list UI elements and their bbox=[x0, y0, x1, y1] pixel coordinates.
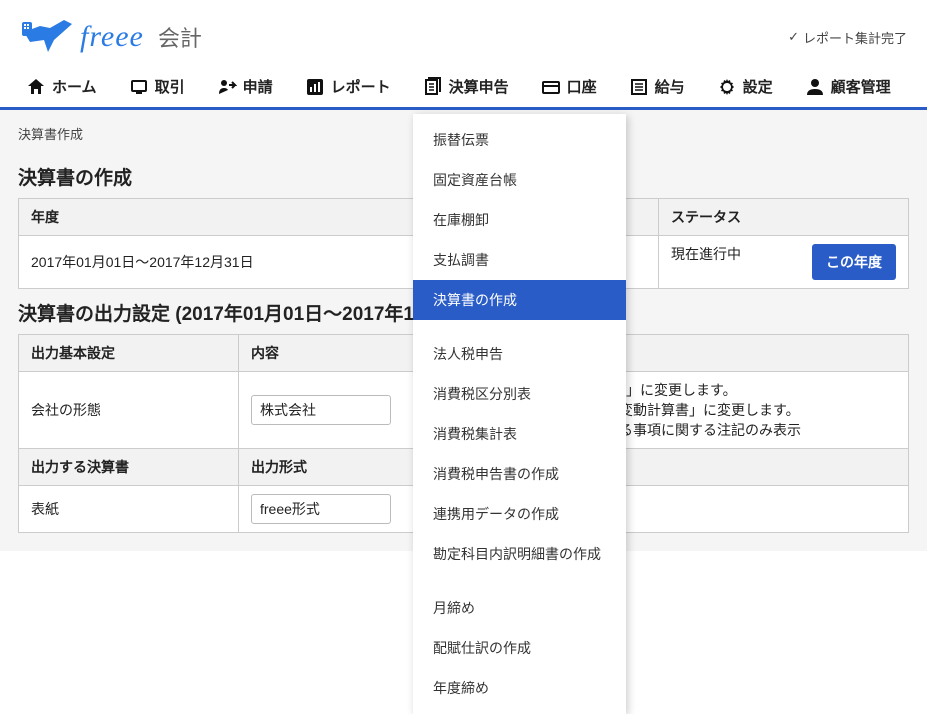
th-content: 内容 bbox=[239, 335, 439, 372]
nav-payroll[interactable]: 給与 bbox=[623, 66, 691, 107]
dropdown-item[interactable]: 法人税申告 bbox=[413, 334, 626, 374]
th-format: 出力形式 bbox=[239, 449, 439, 486]
home-icon bbox=[26, 77, 46, 97]
list-icon bbox=[629, 77, 649, 97]
logo-sub: 会計 bbox=[158, 21, 202, 53]
person-arrow-icon bbox=[217, 77, 237, 97]
document-stack-icon bbox=[423, 77, 443, 97]
nav-customers[interactable]: 顧客管理 bbox=[799, 66, 897, 107]
bird-icon bbox=[20, 18, 72, 56]
dropdown-item[interactable]: 配賦仕訳の作成 bbox=[413, 628, 626, 668]
nav-transactions[interactable]: 取引 bbox=[123, 66, 191, 107]
dropdown-item[interactable]: 勘定科目内訳明細書の作成 bbox=[413, 534, 626, 574]
row1-value-cell: 株式会社 bbox=[239, 372, 439, 449]
dropdown-item[interactable]: 在庫棚卸 bbox=[413, 200, 626, 240]
dropdown-item[interactable]: 消費税集計表 bbox=[413, 414, 626, 454]
nav-report[interactable]: レポート bbox=[299, 66, 397, 107]
dropdown-item[interactable]: 振替伝票 bbox=[413, 120, 626, 160]
nav-label: 決算申告 bbox=[449, 76, 509, 97]
dropdown-item[interactable]: 固定資産台帳 bbox=[413, 160, 626, 200]
nav-label: ホーム bbox=[52, 76, 97, 97]
report-status: ✓ レポート集計完了 bbox=[788, 28, 907, 47]
logo[interactable]: freee 会計 bbox=[20, 18, 202, 56]
logo-text: freee bbox=[80, 20, 144, 54]
chart-icon bbox=[305, 77, 325, 97]
dropdown-item[interactable]: 連携用データの作成 bbox=[413, 494, 626, 534]
dropdown-item[interactable]: 月締め bbox=[413, 588, 626, 628]
nav-label: 申請 bbox=[243, 76, 273, 97]
card-icon bbox=[541, 77, 561, 97]
closing-dropdown: 振替伝票固定資産台帳在庫棚卸支払調書決算書の作成 法人税申告消費税区分別表消費税… bbox=[413, 114, 626, 714]
report-status-label: レポート集計完了 bbox=[803, 28, 907, 47]
device-icon bbox=[129, 77, 149, 97]
check-icon: ✓ bbox=[788, 29, 799, 45]
nav-label: 取引 bbox=[155, 76, 185, 97]
dropdown-item[interactable]: 消費税区分別表 bbox=[413, 374, 626, 414]
dropdown-item[interactable]: 年度締め bbox=[413, 668, 626, 708]
nav-label: レポート bbox=[331, 76, 391, 97]
format-select[interactable]: freee形式 bbox=[251, 494, 391, 524]
th-output: 出力する決算書 bbox=[19, 449, 239, 486]
dropdown-item[interactable]: 決算書の作成 bbox=[413, 280, 626, 320]
nav-request[interactable]: 申請 bbox=[211, 66, 279, 107]
nav-label: 給与 bbox=[655, 76, 685, 97]
nav-account[interactable]: 口座 bbox=[535, 66, 603, 107]
person-icon bbox=[805, 77, 825, 97]
row2-value-cell: freee形式 bbox=[239, 486, 439, 533]
dropdown-item[interactable]: 支払調書 bbox=[413, 240, 626, 280]
company-type-select[interactable]: 株式会社 bbox=[251, 395, 391, 425]
row2-label: 表紙 bbox=[19, 486, 239, 533]
th-basic: 出力基本設定 bbox=[19, 335, 239, 372]
gear-icon bbox=[717, 77, 737, 97]
row1-label: 会社の形態 bbox=[19, 372, 239, 449]
dropdown-item[interactable]: 消費税申告書の作成 bbox=[413, 454, 626, 494]
nav-label: 顧客管理 bbox=[831, 76, 891, 97]
th-status: ステータス bbox=[659, 199, 909, 236]
nav-label: 口座 bbox=[567, 76, 597, 97]
nav-label: 設定 bbox=[743, 76, 773, 97]
status-value: 現在進行中 bbox=[671, 246, 741, 262]
this-year-button[interactable]: この年度 bbox=[812, 244, 896, 280]
nav-settings[interactable]: 設定 bbox=[711, 66, 779, 107]
nav-home[interactable]: ホーム bbox=[20, 66, 103, 107]
nav-closing[interactable]: 決算申告 bbox=[417, 66, 515, 107]
status-cell: 現在進行中 この年度 bbox=[659, 236, 909, 289]
